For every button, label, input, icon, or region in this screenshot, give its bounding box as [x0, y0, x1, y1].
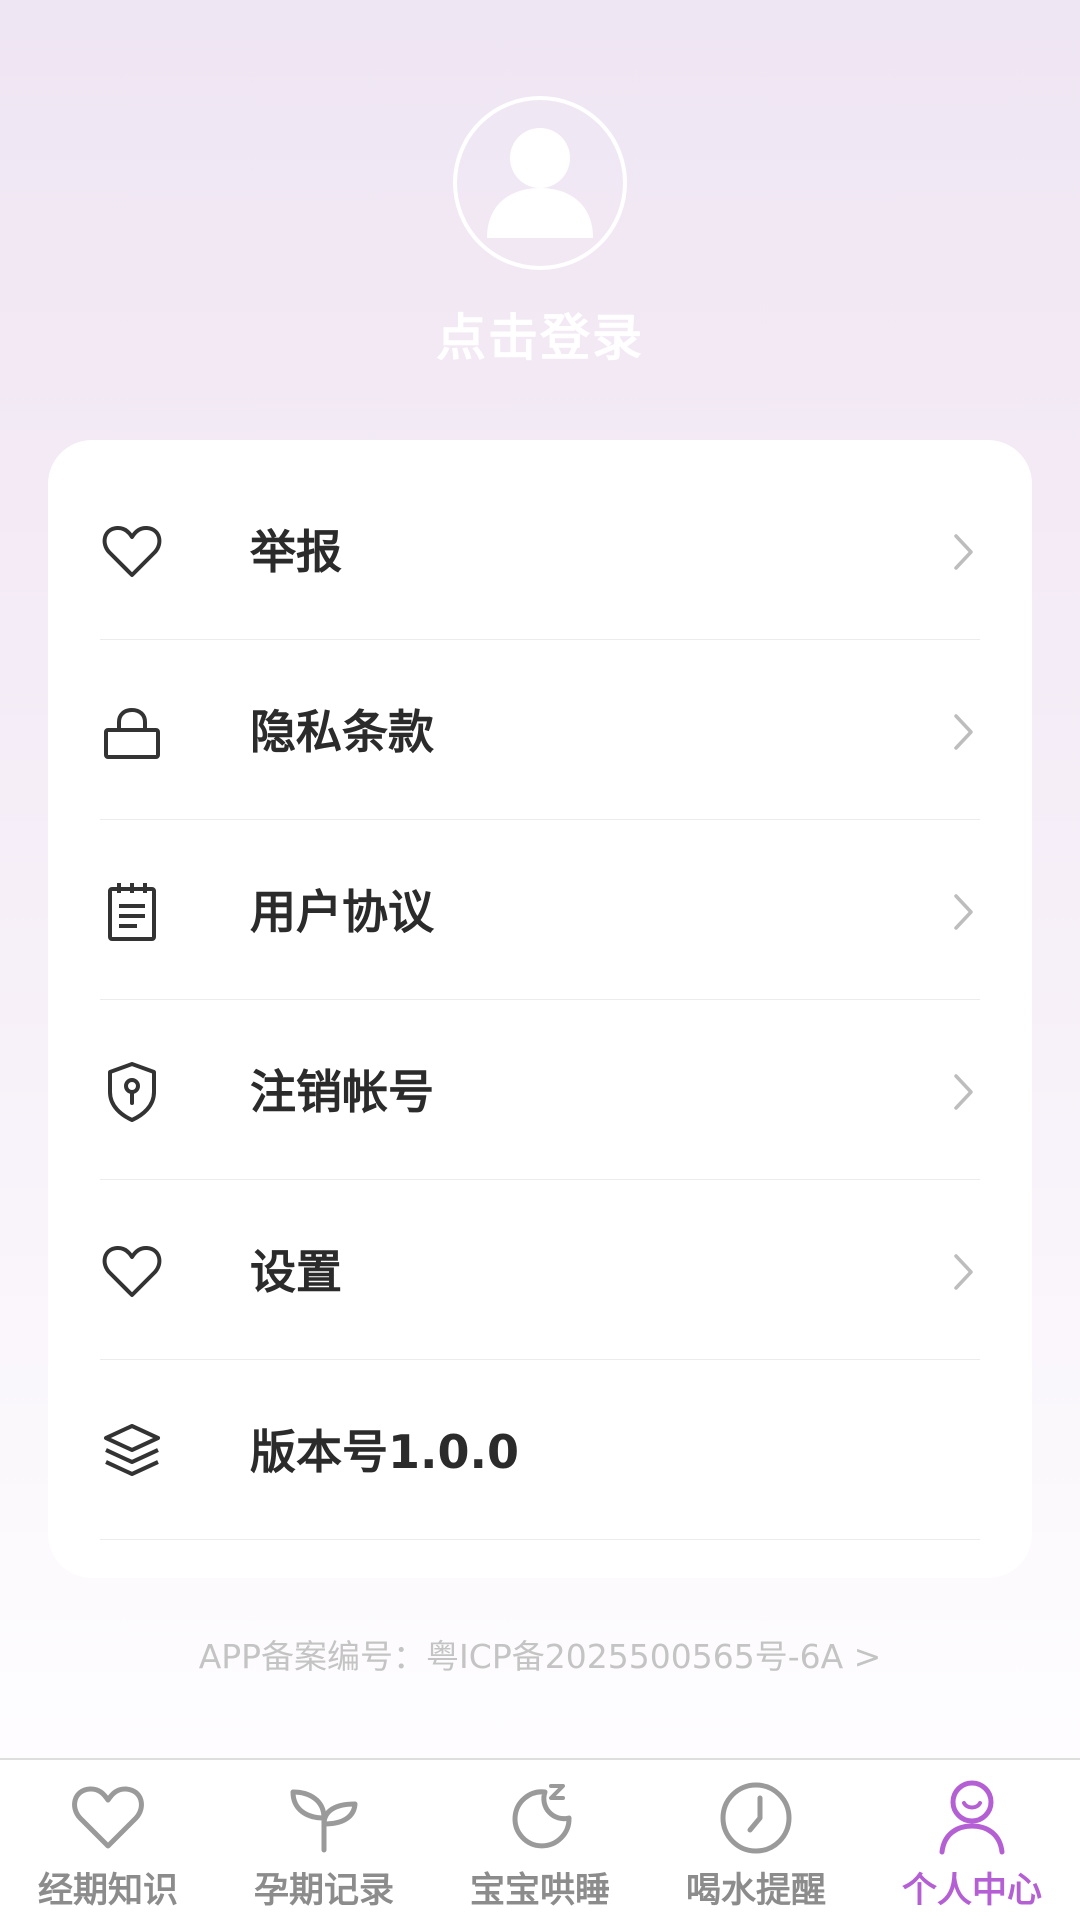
tab-baby-sleep[interactable]: 宝宝哄睡	[432, 1760, 648, 1920]
chevron-right-icon	[944, 710, 984, 754]
lock-icon	[100, 700, 164, 764]
clock-icon	[717, 1778, 795, 1856]
menu-item-report[interactable]: 举报	[100, 460, 980, 640]
chevron-right-icon	[944, 890, 984, 934]
menu-card: 举报 隐私条款 用户协议 注销帐号 设置 版本号1.0.0	[48, 440, 1032, 1578]
chevron-right-icon	[944, 530, 984, 574]
heart-icon	[69, 1778, 147, 1856]
profile-header: 点击登录	[0, 0, 1080, 420]
person-icon	[933, 1778, 1011, 1856]
layers-icon	[100, 1420, 164, 1484]
menu-item-label: 举报	[250, 525, 342, 579]
user-avatar-icon	[487, 128, 593, 238]
tab-pregnancy-record[interactable]: 孕期记录	[216, 1760, 432, 1920]
chevron-right-icon	[944, 1250, 984, 1294]
tab-water-reminder[interactable]: 喝水提醒	[648, 1760, 864, 1920]
icp-filing-link[interactable]: APP备案编号：粤ICP备2025500565号-6A >	[0, 1630, 1080, 1678]
tab-label: 孕期记录	[253, 1871, 394, 1911]
menu-item-user-agreement[interactable]: 用户协议	[100, 820, 980, 1000]
menu-item-label: 用户协议	[250, 885, 434, 939]
chevron-right-icon	[944, 1070, 984, 1114]
tab-label: 喝水提醒	[685, 1871, 826, 1911]
heart-icon	[100, 520, 164, 584]
sprout-icon	[285, 1778, 363, 1856]
avatar[interactable]	[453, 96, 627, 270]
tab-label: 个人中心	[901, 1871, 1042, 1911]
notepad-icon	[100, 880, 164, 944]
tab-personal-center[interactable]: 个人中心	[864, 1760, 1080, 1920]
shield-keyhole-icon	[100, 1060, 164, 1124]
login-link[interactable]: 点击登录	[0, 298, 1080, 370]
bottom-tab-bar: 经期知识 孕期记录 宝宝哄睡 喝水提醒 个人中心	[0, 1758, 1080, 1920]
menu-item-label: 版本号1.0.0	[250, 1425, 519, 1479]
heart-icon	[100, 1240, 164, 1304]
menu-item-label: 隐私条款	[250, 705, 434, 759]
tab-label: 经期知识	[37, 1871, 178, 1911]
menu-item-privacy[interactable]: 隐私条款	[100, 640, 980, 820]
menu-item-label: 设置	[250, 1245, 342, 1299]
tab-period-knowledge[interactable]: 经期知识	[0, 1760, 216, 1920]
menu-item-label: 注销帐号	[250, 1065, 434, 1119]
menu-item-settings[interactable]: 设置	[100, 1180, 980, 1360]
menu-item-version: 版本号1.0.0	[100, 1360, 980, 1540]
menu-item-delete-account[interactable]: 注销帐号	[100, 1000, 980, 1180]
tab-label: 宝宝哄睡	[469, 1871, 610, 1911]
moon-sleep-icon	[501, 1778, 579, 1856]
